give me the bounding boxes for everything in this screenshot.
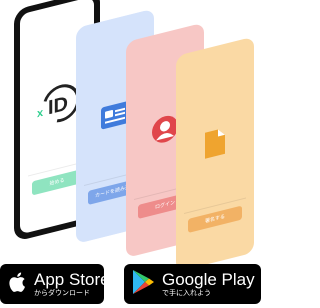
google-play-icon	[132, 269, 156, 299]
phone-screen-sign: 署名する	[176, 36, 254, 272]
svg-text:ID: ID	[48, 93, 68, 120]
svg-text:x: x	[37, 107, 44, 121]
google-play-subtitle: で手に入れよう	[162, 288, 211, 297]
app-store-subtitle: からダウンロード	[34, 288, 90, 297]
document-icon	[204, 127, 226, 164]
apple-icon	[8, 270, 28, 298]
app-preview-illustration: x ID 始める カードを読み込む ログイン 署名する	[0, 0, 261, 272]
google-play-badge[interactable]: Google Play で手に入れよう	[124, 264, 261, 304]
app-store-badge[interactable]: App Store からダウンロード	[0, 264, 110, 304]
app-store-title: App Store	[34, 269, 110, 289]
google-play-title: Google Play	[162, 269, 255, 289]
user-avatar-icon	[151, 112, 179, 151]
